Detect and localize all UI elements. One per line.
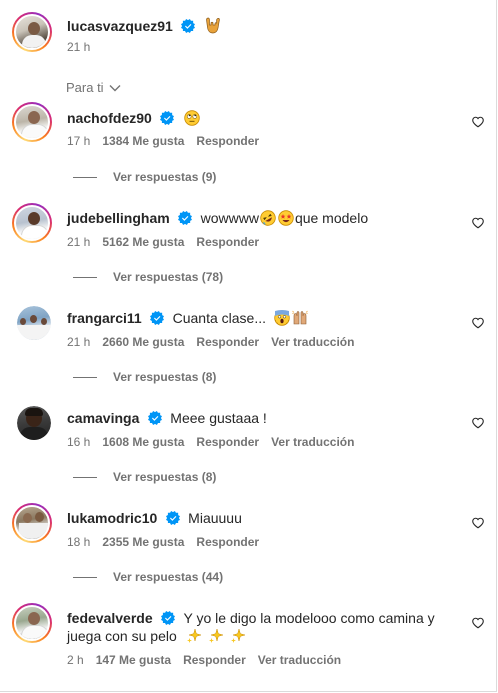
post-caption: lucasvazquez91 xyxy=(67,17,222,36)
view-replies-label: Ver respuestas (44) xyxy=(113,570,224,584)
reply-button[interactable]: Responder xyxy=(196,335,259,349)
horns-hand-icon xyxy=(205,17,220,34)
verified-badge-icon xyxy=(161,611,176,625)
view-replies-label: Ver respuestas (78) xyxy=(113,270,224,284)
comment-text: Meee gustaaa ! xyxy=(170,410,267,426)
replies-divider-line xyxy=(73,576,97,578)
like-heart-icon[interactable] xyxy=(472,116,484,128)
comment-meta: 17 h 1384 Me gusta Responder xyxy=(67,134,271,148)
commenter-avatar[interactable] xyxy=(12,102,52,142)
comment-body: lukamodric10 Miauuuu xyxy=(67,510,242,528)
chevron-down-icon xyxy=(109,84,121,91)
comment-meta: 18 h 2355 Me gusta Responder xyxy=(67,535,271,549)
commenter-username[interactable]: lukamodric10 xyxy=(67,510,157,526)
verified-badge-icon xyxy=(181,19,196,33)
verified-badge-icon xyxy=(150,311,165,325)
comment-likes[interactable]: 147 Me gusta xyxy=(96,653,171,667)
view-replies-label: Ver respuestas (8) xyxy=(113,470,217,484)
replies-divider-line xyxy=(73,176,97,178)
comment-time: 18 h xyxy=(67,535,91,549)
comment-likes[interactable]: 1608 Me gusta xyxy=(102,435,184,449)
star-struck-emoji-icon xyxy=(278,210,294,226)
comment-text: Miauuuu xyxy=(188,510,242,526)
commenter-username[interactable]: camavinga xyxy=(67,410,139,426)
sparkles-emoji-icon xyxy=(231,628,247,643)
post-time: 21 h xyxy=(67,40,91,54)
comments-panel: lucasvazquez91 21 h Para ti nachofdez90 xyxy=(0,0,497,692)
verified-badge-icon xyxy=(160,111,175,125)
comment-text: que modelo xyxy=(294,210,369,226)
commenter-avatar[interactable] xyxy=(12,603,52,643)
like-heart-icon[interactable] xyxy=(472,317,484,329)
comment-body: nachofdez90 xyxy=(67,110,201,128)
comment-likes[interactable]: 5162 Me gusta xyxy=(102,235,184,249)
verified-badge-icon xyxy=(178,211,193,225)
commenter-avatar[interactable] xyxy=(12,203,52,243)
comment-meta: 21 h 5162 Me gusta Responder xyxy=(67,235,271,249)
view-replies-button[interactable]: Ver respuestas (44) xyxy=(73,570,223,584)
sparkles-emoji-icon xyxy=(187,628,203,643)
face-with-rolling-eyes-emoji-icon xyxy=(184,110,200,126)
reply-button[interactable]: Responder xyxy=(196,435,259,449)
commenter-username[interactable]: fedevalverde xyxy=(67,610,153,626)
comment-text: Cuanta clase... xyxy=(172,310,267,326)
comment-meta: 2 h 147 Me gusta Responder Ver traducción xyxy=(67,653,353,667)
view-replies-button[interactable]: Ver respuestas (8) xyxy=(73,370,216,384)
like-heart-icon[interactable] xyxy=(472,217,484,229)
like-heart-icon[interactable] xyxy=(472,417,484,429)
post-author-avatar[interactable] xyxy=(12,12,52,52)
replies-divider-line xyxy=(73,476,97,478)
see-translation-button[interactable]: Ver traducción xyxy=(258,653,341,667)
sparkles-emoji-icon xyxy=(209,628,225,643)
comment-body: frangarci11 Cuanta clase... xyxy=(67,310,309,328)
comment-time: 16 h xyxy=(67,435,91,449)
comment-time: 2 h xyxy=(67,653,84,667)
view-replies-button[interactable]: Ver respuestas (78) xyxy=(73,270,223,284)
comment-meta: 21 h 2660 Me gusta Responder Ver traducción xyxy=(67,335,366,349)
like-heart-icon[interactable] xyxy=(472,617,484,629)
comment-filter-label: Para ti xyxy=(66,80,104,95)
verified-badge-icon xyxy=(165,511,180,525)
view-replies-button[interactable]: Ver respuestas (9) xyxy=(73,170,216,184)
view-replies-button[interactable]: Ver respuestas (8) xyxy=(73,470,216,484)
commenter-username[interactable]: nachofdez90 xyxy=(67,110,152,126)
see-translation-button[interactable]: Ver traducción xyxy=(271,435,354,449)
commenter-username[interactable]: judebellingham xyxy=(67,210,170,226)
verified-badge-icon xyxy=(147,411,162,425)
replies-divider-line xyxy=(73,276,97,278)
replies-divider-line xyxy=(73,376,97,378)
commenter-avatar[interactable] xyxy=(17,306,51,340)
comment-text: Y yo le digo la modelooo como camina y xyxy=(183,610,435,626)
comment-text: wowwww xyxy=(200,210,259,226)
commenter-avatar[interactable] xyxy=(12,503,52,543)
reply-button[interactable]: Responder xyxy=(196,235,259,249)
comment-likes[interactable]: 2660 Me gusta xyxy=(102,335,184,349)
reply-button[interactable]: Responder xyxy=(196,535,259,549)
comment-time: 17 h xyxy=(67,134,91,148)
comment-body: camavinga Meee gustaaa ! xyxy=(67,410,267,428)
reply-button[interactable]: Responder xyxy=(196,134,259,148)
comment-body: judebellingham wowwww que modelo xyxy=(67,210,368,228)
comment-time: 21 h xyxy=(67,235,91,249)
comment-filter-dropdown[interactable]: Para ti xyxy=(66,80,121,95)
comment-likes[interactable]: 1384 Me gusta xyxy=(102,134,184,148)
like-heart-icon[interactable] xyxy=(472,517,484,529)
reply-button[interactable]: Responder xyxy=(183,653,246,667)
comment-time: 21 h xyxy=(67,335,91,349)
comment-text: juega con su pelo xyxy=(67,628,177,644)
comment-meta: 16 h 1608 Me gusta Responder Ver traducción xyxy=(67,435,366,449)
comment-body: fedevalverde Y yo le digo la modelooo co… xyxy=(67,610,435,628)
comment-likes[interactable]: 2355 Me gusta xyxy=(102,535,184,549)
raising-hands-emoji-icon xyxy=(292,310,309,325)
face-screaming-emoji-icon xyxy=(274,310,291,326)
commenter-avatar[interactable] xyxy=(17,406,51,440)
post-author-username[interactable]: lucasvazquez91 xyxy=(67,18,173,34)
comment-body-continued: juega con su pelo xyxy=(67,628,247,646)
rolling-on-floor-laughing-emoji-icon xyxy=(260,210,276,226)
commenter-username[interactable]: frangarci11 xyxy=(67,310,142,326)
view-replies-label: Ver respuestas (8) xyxy=(113,370,217,384)
view-replies-label: Ver respuestas (9) xyxy=(113,170,217,184)
see-translation-button[interactable]: Ver traducción xyxy=(271,335,354,349)
